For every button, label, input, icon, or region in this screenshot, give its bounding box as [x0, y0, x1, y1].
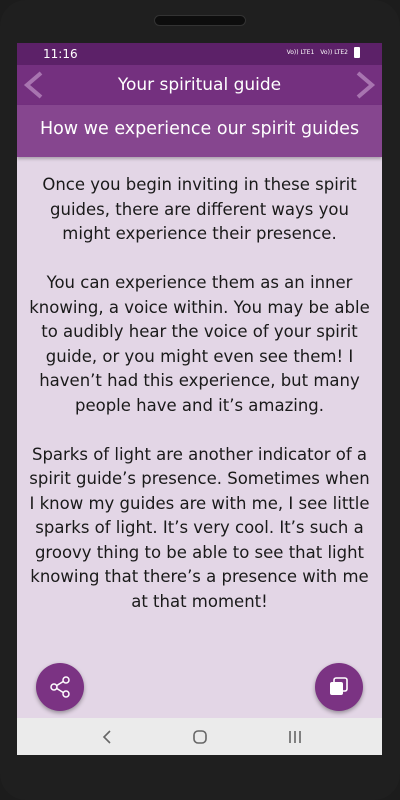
- app-title: Your spiritual guide: [117, 75, 282, 95]
- back-icon: [102, 730, 111, 744]
- phone-frame: 11:16 Vo)) LTE1 Vo)) LTE2 Your spiritual…: [0, 0, 400, 800]
- paragraph: Once you begin inviting in these spirit …: [42, 175, 357, 243]
- paragraph: Sparks of light are another indicator of…: [29, 444, 370, 611]
- section-header: How we experience our spirit guides: [17, 105, 382, 157]
- chevron-right-icon: [356, 71, 376, 99]
- earpiece-speaker: [154, 15, 246, 26]
- copy-icon: [330, 677, 348, 695]
- copy-button[interactable]: [315, 663, 363, 711]
- battery-icon: [354, 47, 360, 58]
- next-page-button[interactable]: [352, 71, 378, 99]
- sim2-signal-icon: Vo)) LTE2: [320, 48, 348, 56]
- system-navigation-bar: [17, 718, 382, 755]
- section-title: How we experience our spirit guides: [39, 119, 360, 139]
- home-icon: [193, 730, 207, 744]
- status-time: 11:16: [43, 47, 78, 61]
- paragraph: You can experience them as an inner know…: [29, 273, 370, 415]
- share-icon: [50, 676, 70, 698]
- recents-icon: [289, 731, 301, 743]
- screen: 11:16 Vo)) LTE1 Vo)) LTE2 Your spiritual…: [17, 43, 382, 755]
- recents-button[interactable]: [285, 727, 305, 747]
- status-bar: 11:16 Vo)) LTE1 Vo)) LTE2: [17, 43, 382, 65]
- sim1-signal-icon: Vo)) LTE1: [286, 48, 315, 56]
- status-icons: Vo)) LTE1 Vo)) LTE2: [287, 47, 360, 58]
- app-bar: Your spiritual guide: [17, 65, 382, 105]
- sim1-label: Vo)) LTE1: [286, 48, 315, 56]
- share-button[interactable]: [36, 663, 84, 711]
- sim2-label: Vo)) LTE2: [320, 48, 348, 56]
- article-body: Once you begin inviting in these spirit …: [27, 173, 372, 639]
- home-button[interactable]: [190, 727, 210, 747]
- back-button[interactable]: [97, 727, 117, 747]
